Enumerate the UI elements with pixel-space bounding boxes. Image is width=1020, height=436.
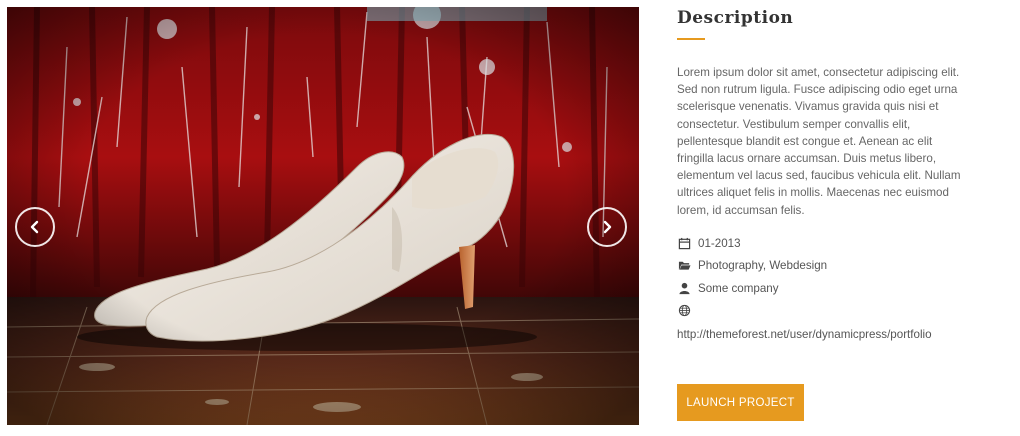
title-underline	[677, 38, 705, 40]
project-url-link[interactable]: http://themeforest.net/user/dynamicpress…	[677, 324, 977, 346]
section-title: Description	[677, 8, 794, 28]
calendar-icon	[677, 236, 691, 250]
project-image-slider	[7, 7, 639, 425]
meta-date: 01-2013	[677, 232, 977, 255]
meta-categories: Photography, Webdesign	[677, 254, 977, 277]
project-photo	[7, 7, 639, 425]
meta-website	[677, 299, 977, 322]
folder-open-icon	[677, 259, 691, 273]
meta-client: Some company	[677, 277, 977, 300]
meta-date-value: 01-2013	[698, 236, 741, 250]
slider-prev-button[interactable]	[15, 207, 55, 247]
project-details: Description Lorem ipsum dolor sit amet, …	[677, 6, 977, 421]
chevron-right-icon	[603, 220, 612, 234]
globe-icon	[677, 304, 691, 318]
project-description: Lorem ipsum dolor sit amet, consectetur …	[677, 66, 961, 217]
user-icon	[677, 281, 691, 295]
meta-categories-value: Photography, Webdesign	[698, 259, 828, 273]
slider-next-button[interactable]	[587, 207, 627, 247]
chevron-left-icon	[30, 220, 39, 234]
project-meta: 01-2013 Photography, Webdesign Some comp…	[677, 232, 977, 346]
meta-client-value: Some company	[698, 281, 779, 295]
launch-project-button[interactable]: LAUNCH PROJECT	[677, 384, 804, 421]
